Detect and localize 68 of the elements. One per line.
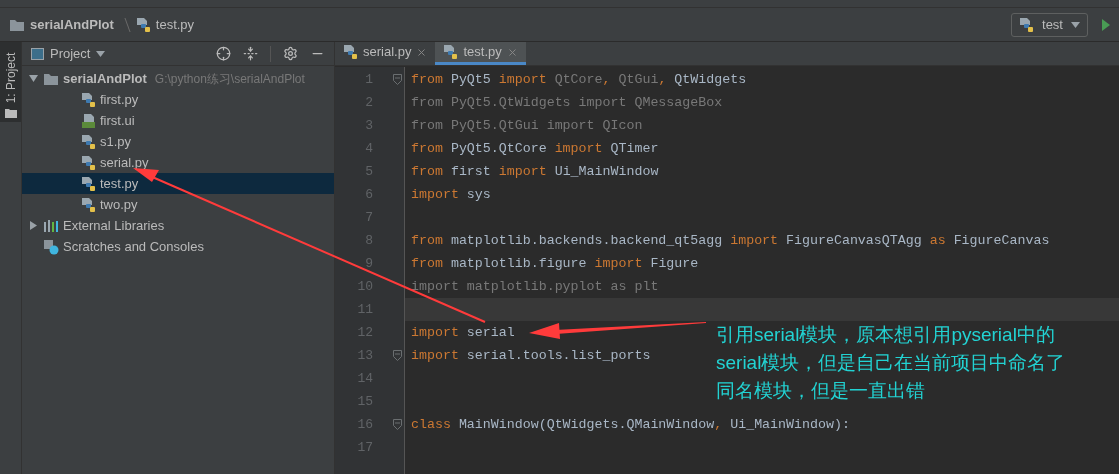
fold-marker-icon[interactable] (393, 74, 402, 85)
python-file-icon (81, 154, 96, 171)
tree-item-label: two.py (100, 195, 138, 214)
tree-item-label: s1.py (100, 132, 132, 151)
code-line: from PyQt5 import QtCore, QtGui, QtWidgets (411, 70, 747, 89)
run-configuration-dropdown[interactable]: test (1011, 12, 1088, 37)
code-line: from PyQt5.QtGui import QIcon (411, 116, 643, 135)
python-file-icon (443, 44, 459, 60)
ui-file-icon (81, 112, 96, 129)
folder-icon (4, 108, 17, 118)
settings-icon[interactable] (283, 46, 298, 61)
library-icon (43, 218, 59, 233)
tree-item[interactable]: serialAndPlot G:\python练习\serialAndPlot (22, 68, 334, 89)
tree-item-label: External Libraries (63, 216, 165, 235)
code-line: import matplotlib.pyplot as plt (411, 277, 659, 296)
tree-item-label: first.py (100, 90, 139, 109)
tree-item[interactable]: first.ui (22, 110, 334, 131)
tree-item-label: first.ui (100, 111, 135, 130)
python-file-icon (81, 91, 96, 108)
panel-icon (31, 47, 44, 60)
editor-tab[interactable]: serial.py (335, 42, 436, 65)
folder-icon (9, 17, 25, 32)
code-line: class MainWindow(QtWidgets.QMainWindow, Ui_MainWindow): (411, 415, 850, 434)
code-line: from matplotlib.backends.backend_qt5agg import FigureCanvasQTAgg as FigureCanvas (411, 231, 1050, 250)
code-line: import sys (411, 185, 491, 204)
locate-icon[interactable] (216, 46, 231, 61)
tree-item-path: G:\python练习\serialAndPlot (154, 70, 305, 88)
close-icon[interactable] (506, 46, 518, 58)
python-file-icon (135, 16, 151, 33)
run-icon[interactable] (1102, 18, 1110, 31)
expanded-arrow-icon[interactable] (28, 74, 38, 83)
code-line: import serial.tools.list_ports (411, 346, 651, 365)
tree-item[interactable]: two.py (22, 194, 334, 215)
python-file-icon (81, 133, 96, 150)
python-file-icon (81, 175, 96, 192)
collapsed-arrow-icon[interactable] (28, 221, 38, 230)
tree-item[interactable]: s1.py (22, 131, 334, 152)
collapse-all-icon[interactable] (243, 46, 258, 61)
project-view-dropdown[interactable]: Project (50, 43, 106, 64)
annotation-text: 引用serial模块，原本想引用pyserial中的serial模块，但是自己在当前项目中命名了同名模块，但是一直出错 (716, 323, 1067, 403)
python-file-icon (1019, 16, 1035, 33)
code-line: from PyQt5.QtCore import QTimer (411, 139, 659, 158)
code-line: from PyQt5.QtWidgets import QMessageBox (411, 93, 723, 112)
code-line: from matplotlib.figure import Figure (411, 254, 699, 273)
breadcrumb-item[interactable]: test.py (135, 14, 195, 35)
tree-item-label: Scratches and Consoles (63, 237, 204, 256)
side-tab[interactable]: 1: Project (0, 42, 21, 122)
close-icon[interactable] (416, 46, 428, 58)
python-file-icon (81, 196, 96, 213)
editor-tab[interactable]: test.py (435, 42, 526, 65)
tree-item-label: test.py (100, 174, 139, 193)
fold-marker-icon[interactable] (393, 350, 402, 361)
tree-item[interactable]: serial.py (22, 152, 334, 173)
tree-item[interactable]: External Libraries (22, 215, 334, 236)
tree-item[interactable]: first.py (22, 89, 334, 110)
code-line: import serial (411, 323, 515, 342)
python-file-icon (343, 44, 358, 60)
tree-item-label: serialAndPlot (63, 69, 147, 88)
folder-icon (43, 71, 59, 86)
code-line: from first import Ui_MainWindow (411, 162, 659, 181)
tree-item[interactable]: Scratches and Consoles (22, 236, 334, 257)
dropdown-caret-icon (96, 50, 106, 57)
dropdown-caret-icon (1071, 21, 1080, 28)
fold-marker-icon[interactable] (393, 419, 402, 430)
tree-item-label: serial.py (100, 153, 149, 172)
tree-item[interactable]: test.py (22, 173, 334, 194)
breadcrumb-item[interactable]: serialAndPlot (9, 14, 114, 35)
scratches-icon (43, 238, 59, 255)
